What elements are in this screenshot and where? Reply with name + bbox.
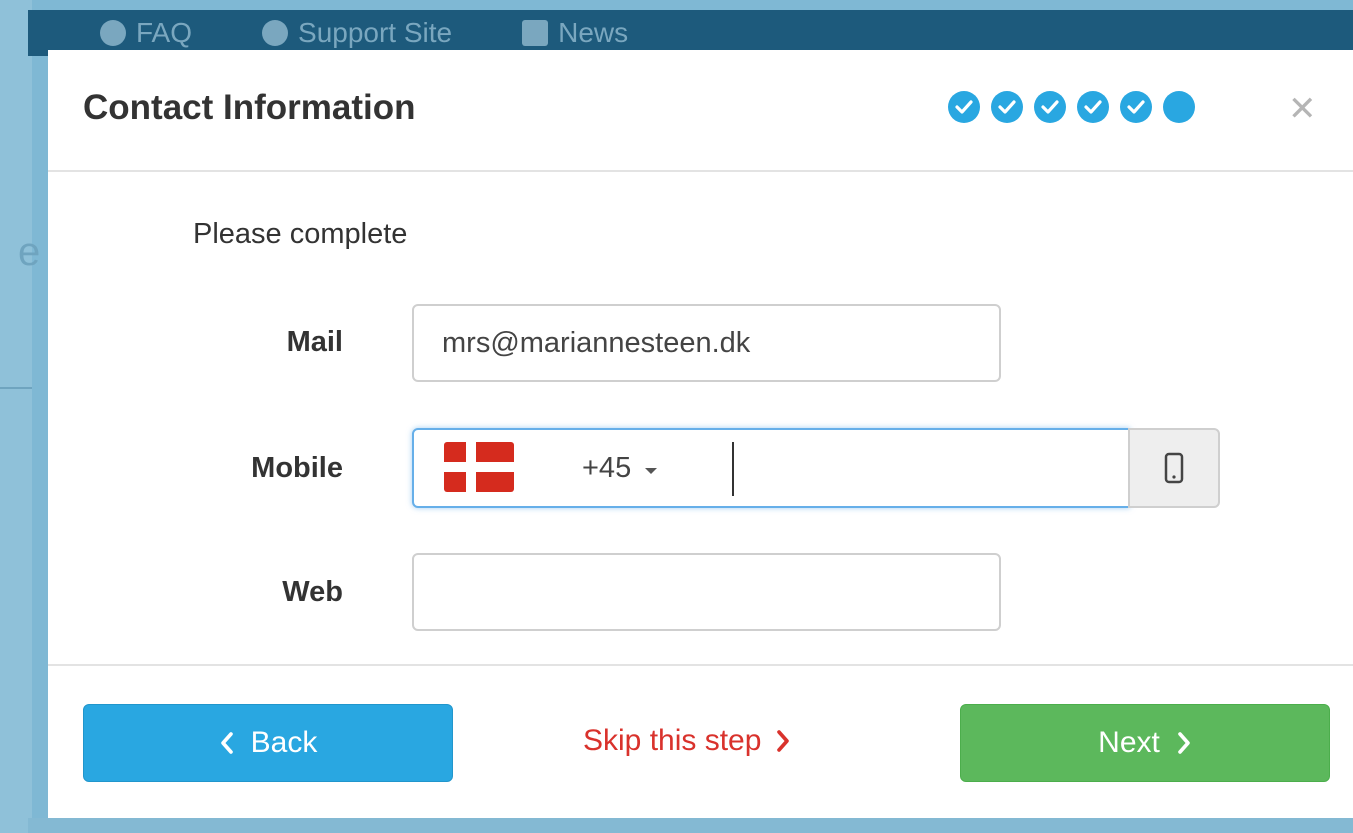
caret-down-icon [645, 467, 658, 474]
arrow-circle-icon [262, 20, 289, 46]
web-input[interactable] [412, 553, 1001, 631]
mobile-input[interactable] [732, 442, 1126, 496]
next-button[interactable]: Next [960, 704, 1330, 782]
step-complete-check-icon [948, 91, 980, 123]
dial-code: +45 [582, 452, 632, 484]
next-button-label: Next [1098, 726, 1160, 759]
back-button-label: Back [250, 726, 318, 759]
mobile-field-group: +45 [412, 428, 1220, 508]
mail-input[interactable] [412, 304, 1001, 382]
background-divider [0, 387, 32, 389]
contact-information-modal: Contact Information ✕ Please complete Ma… [48, 50, 1353, 818]
skip-step-link[interactable]: Skip this step [583, 724, 791, 758]
step-complete-check-icon [1034, 91, 1066, 123]
step-complete-check-icon [1120, 91, 1152, 123]
mobile-phone-icon [1164, 452, 1184, 484]
intro-text: Please complete [193, 218, 408, 250]
modal-header: Contact Information ✕ [48, 50, 1353, 172]
step-complete-check-icon [991, 91, 1023, 123]
step-current-dot-icon [1163, 91, 1195, 123]
modal-footer: Back Skip this step Next [48, 664, 1353, 818]
chevron-left-icon [220, 732, 233, 754]
back-button[interactable]: Back [83, 704, 453, 782]
step-progress [948, 91, 1195, 123]
background-sidebar: e [0, 0, 40, 833]
denmark-flag-icon[interactable] [444, 442, 514, 492]
background-bottom-strip [28, 818, 1353, 833]
background-nav-support: Support Site [262, 17, 452, 49]
mobile-input-box: +45 [412, 428, 1130, 508]
mobile-label: Mobile [251, 452, 343, 484]
mail-label: Mail [286, 326, 343, 358]
chevron-right-icon [777, 730, 790, 752]
skip-step-label: Skip this step [583, 724, 762, 757]
chevron-right-icon [1178, 732, 1190, 754]
question-circle-icon [100, 20, 126, 46]
mobile-phone-addon [1128, 428, 1220, 508]
web-label: Web [282, 576, 343, 608]
close-icon[interactable]: ✕ [1288, 92, 1317, 126]
megaphone-icon [522, 20, 549, 46]
modal-title: Contact Information [83, 88, 416, 127]
background-text-fragment: e [18, 230, 41, 274]
step-complete-check-icon [1077, 91, 1109, 123]
background-nav-news: News [522, 17, 628, 49]
country-code-dropdown[interactable]: +45 [582, 452, 658, 485]
background-nav-faq: FAQ [100, 17, 192, 49]
